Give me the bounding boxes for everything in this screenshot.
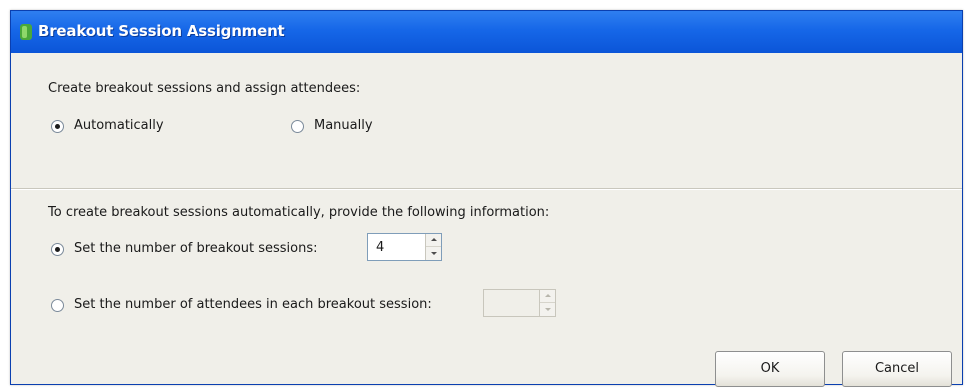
arrow-down-icon: [431, 252, 437, 255]
sessions-count-value[interactable]: 4: [376, 240, 384, 255]
app-logo-icon: [20, 24, 32, 40]
ok-button[interactable]: OK: [715, 351, 825, 387]
spin-down-button[interactable]: [426, 247, 441, 260]
radio-selected-dot: [55, 247, 60, 252]
cancel-button[interactable]: Cancel: [842, 351, 952, 387]
section-divider: [11, 188, 962, 190]
radio-number-of-sessions-label[interactable]: Set the number of breakout sessions:: [74, 241, 318, 256]
radio-attendees-per-session-label[interactable]: Set the number of attendees in each brea…: [74, 297, 432, 312]
breakout-session-dialog: Breakout Session Assignment Create break…: [10, 10, 963, 387]
spin-down-button[interactable]: [540, 303, 555, 316]
arrow-up-icon: [545, 294, 551, 297]
spinner-buttons: [425, 234, 441, 260]
radio-number-of-sessions-circle[interactable]: [51, 243, 64, 256]
assign-prompt: Create breakout sessions and assign atte…: [48, 81, 361, 96]
spin-up-button[interactable]: [426, 234, 441, 247]
dialog-content: Create breakout sessions and assign atte…: [11, 53, 962, 387]
radio-automatically-label[interactable]: Automatically: [74, 118, 164, 133]
dialog-title: Breakout Session Assignment: [38, 22, 285, 40]
spin-up-button[interactable]: [540, 290, 555, 303]
attendees-count-spinner[interactable]: [483, 289, 556, 317]
arrow-up-icon: [431, 238, 437, 241]
auto-prompt: To create breakout sessions automaticall…: [48, 205, 550, 220]
title-bar[interactable]: Breakout Session Assignment: [11, 11, 962, 53]
radio-selected-dot: [55, 124, 60, 129]
spinner-buttons: [539, 290, 555, 316]
sessions-count-spinner[interactable]: 4: [367, 233, 442, 261]
radio-manually-circle[interactable]: [291, 120, 304, 133]
arrow-down-icon: [545, 308, 551, 311]
radio-manually-label[interactable]: Manually: [314, 118, 373, 133]
radio-attendees-per-session-circle[interactable]: [51, 299, 64, 312]
radio-automatically-circle[interactable]: [51, 120, 64, 133]
